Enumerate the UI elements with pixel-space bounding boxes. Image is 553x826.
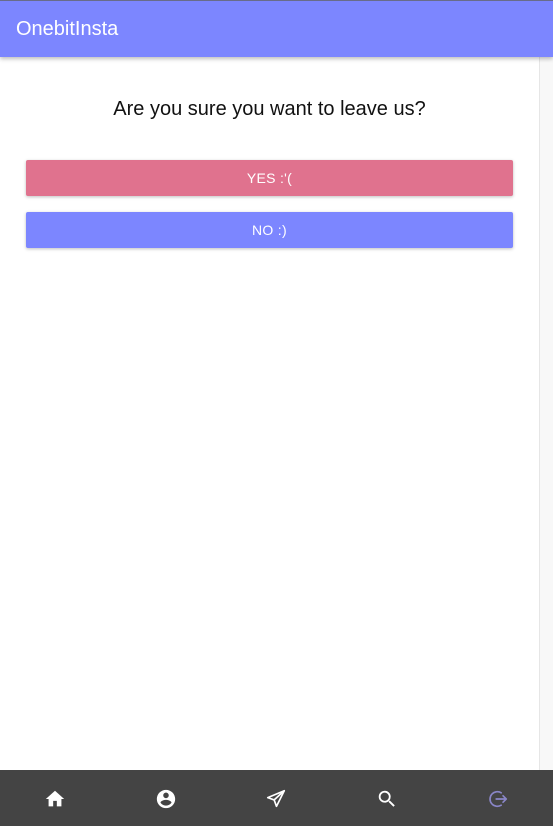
- scrollbar-gutter: [539, 57, 553, 770]
- app-title: OnebitInsta: [16, 18, 119, 40]
- nav-item-search[interactable]: [332, 770, 443, 826]
- account-circle-icon: [156, 789, 176, 808]
- nav-item-logout[interactable]: [442, 770, 553, 826]
- send-icon: [267, 789, 286, 807]
- leave-question: Are you sure you want to leave us?: [113, 98, 426, 120]
- app-bar: OnebitInsta: [0, 1, 553, 57]
- main-content: Are you sure you want to leave us? YES :…: [0, 57, 539, 770]
- nav-item-profile[interactable]: [111, 770, 222, 826]
- nav-item-home[interactable]: [0, 770, 111, 826]
- no-button[interactable]: NO :): [26, 212, 513, 248]
- nav-item-send[interactable]: [221, 770, 332, 826]
- app-screen: OnebitInsta Are you sure you want to lea…: [0, 0, 553, 826]
- bottom-navigation: [0, 770, 553, 826]
- home-icon: [46, 790, 65, 806]
- search-icon: [378, 790, 395, 807]
- logout-icon: [488, 790, 507, 807]
- yes-button[interactable]: YES :'(: [26, 160, 513, 196]
